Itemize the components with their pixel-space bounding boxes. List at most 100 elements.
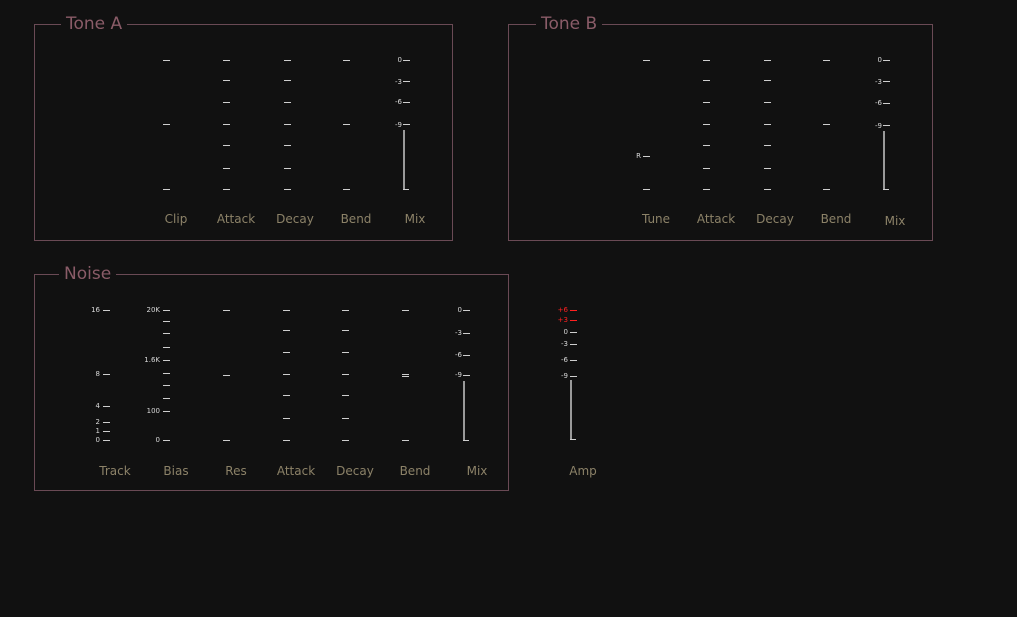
amp-control[interactable]: +6 +3 0 -3 -6 -9 Amp	[528, 300, 618, 485]
decay-label: Decay	[276, 212, 314, 226]
bend-tick	[402, 374, 409, 375]
mix-tick	[403, 124, 410, 125]
clip-tick	[163, 60, 170, 61]
noise-bias-control[interactable]: 20K 1.6K 100 0 Bias	[120, 300, 200, 485]
mix-tick	[463, 355, 470, 356]
mix-tick	[463, 375, 470, 376]
tone-b-decay-control[interactable]: Decay	[749, 50, 801, 235]
decay-tick	[764, 102, 771, 103]
attack-tick	[283, 374, 290, 375]
decay-tick	[764, 124, 771, 125]
amp-tick	[570, 320, 577, 321]
track-tick	[103, 310, 110, 311]
attack-tick	[283, 310, 290, 311]
tone-a-attack-control[interactable]: Attack	[210, 50, 262, 235]
tone-a-title: Tone A	[61, 14, 128, 34]
bias-tick	[163, 385, 170, 386]
bend-tick	[823, 60, 830, 61]
noise-title: Noise	[59, 264, 117, 284]
attack-tick	[223, 124, 230, 125]
decay-tick	[284, 80, 291, 81]
bias-scale-label: 100	[146, 407, 160, 415]
bias-scale-label: 0	[155, 436, 160, 444]
mix-tick	[403, 81, 410, 82]
attack-tick	[703, 80, 710, 81]
bend-tick	[402, 440, 409, 441]
bend-tick	[402, 376, 409, 377]
bend-tick	[823, 189, 830, 190]
mix-tick	[883, 125, 890, 126]
mix-level-bar	[403, 130, 405, 190]
mix-scale-label: -6	[455, 351, 462, 359]
bias-tick	[163, 360, 170, 361]
mix-scale-label: -9	[395, 121, 402, 129]
amp-level-base	[570, 439, 576, 440]
mix-scale-label: -3	[395, 78, 402, 86]
tone-b-tune-control[interactable]: R Tune	[620, 50, 692, 235]
track-tick	[103, 374, 110, 375]
attack-tick	[223, 168, 230, 169]
bend-tick	[823, 124, 830, 125]
decay-tick	[764, 60, 771, 61]
amp-scale-label: -6	[561, 356, 568, 364]
bend-tick	[343, 60, 350, 61]
decay-tick	[284, 189, 291, 190]
track-scale-label: 8	[95, 370, 100, 378]
clip-tick	[163, 189, 170, 190]
attack-tick	[703, 60, 710, 61]
track-scale-label: 0	[95, 436, 100, 444]
mix-tick	[463, 333, 470, 334]
amp-tick	[570, 376, 577, 377]
tone-a-decay-control[interactable]: Decay	[269, 50, 321, 235]
tune-marker: R	[636, 152, 641, 160]
decay-tick	[342, 352, 349, 353]
attack-tick	[283, 330, 290, 331]
mix-scale-label: -3	[875, 78, 882, 86]
mix-label: Mix	[466, 464, 488, 478]
track-scale-label: 16	[91, 306, 100, 314]
tone-b-title: Tone B	[536, 14, 603, 34]
tone-a-clip-control[interactable]: Clip	[150, 50, 202, 235]
tone-a-mix-control[interactable]: 0 -3 -6 -9 Mix	[360, 50, 440, 235]
attack-tick	[703, 189, 710, 190]
attack-tick	[703, 124, 710, 125]
mix-scale-label: -9	[875, 122, 882, 130]
mix-tick	[403, 60, 410, 61]
res-tick	[223, 440, 230, 441]
amp-level-bar	[570, 380, 572, 440]
mix-label: Mix	[884, 214, 906, 228]
track-scale-label: 2	[95, 418, 100, 426]
tune-tick	[643, 156, 650, 157]
amp-scale-label: +6	[557, 306, 568, 314]
attack-tick	[283, 440, 290, 441]
track-scale-label: 1	[95, 427, 100, 435]
noise-mix-control[interactable]: 0 -3 -6 -9 Mix	[420, 300, 500, 485]
decay-tick	[284, 60, 291, 61]
mix-scale-label: -9	[455, 371, 462, 379]
decay-tick	[342, 395, 349, 396]
amp-tick	[570, 310, 577, 311]
noise-attack-control[interactable]: Attack	[270, 300, 322, 485]
attack-tick	[703, 145, 710, 146]
attack-tick	[223, 102, 230, 103]
mix-level-base	[463, 440, 469, 441]
amp-scale-label: +3	[557, 316, 568, 324]
tone-b-mix-control[interactable]: 0 -3 -6 -9 Mix	[840, 50, 920, 235]
noise-res-control[interactable]: Res	[210, 300, 262, 485]
mix-label: Mix	[404, 212, 426, 226]
decay-tick	[342, 374, 349, 375]
tone-b-attack-control[interactable]: Attack	[690, 50, 742, 235]
tune-tick	[643, 60, 650, 61]
decay-tick	[342, 330, 349, 331]
track-tick	[103, 431, 110, 432]
mix-scale-label: -3	[455, 329, 462, 337]
mix-tick	[883, 103, 890, 104]
amp-scale-label: 0	[563, 328, 568, 336]
bias-tick	[163, 333, 170, 334]
attack-tick	[283, 395, 290, 396]
mix-scale-label: -6	[395, 98, 402, 106]
noise-decay-control[interactable]: Decay	[329, 300, 381, 485]
bias-tick	[163, 321, 170, 322]
bias-scale-label: 20K	[146, 306, 161, 314]
mix-tick	[883, 60, 890, 61]
